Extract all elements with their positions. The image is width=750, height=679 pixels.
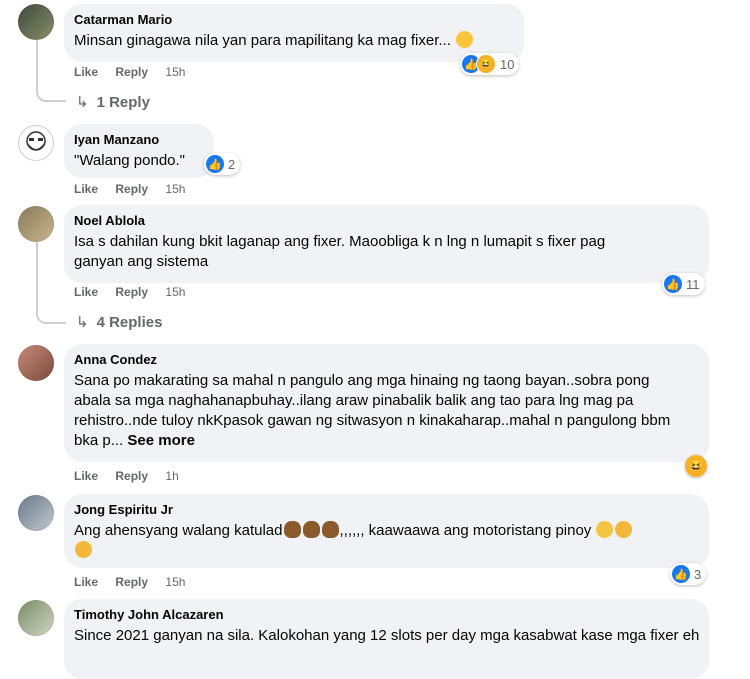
reaction-count: 2 [228, 156, 236, 172]
comment-actions: Like Reply 15h [74, 182, 199, 196]
like-button[interactable]: Like [74, 182, 98, 196]
thread-line [36, 242, 38, 312]
comment-author[interactable]: Jong Espiritu Jr [74, 502, 697, 518]
comment-bubble: Catarman Mario Minsan ginagawa nila yan … [64, 4, 524, 62]
avatar[interactable] [18, 495, 54, 531]
comment-text: Isa s dahilan kung bkit laganap ang fixe… [74, 233, 606, 270]
comment-text: Since 2021 ganyan na sila. Kalokohan yan… [74, 627, 700, 644]
reaction-summary[interactable]: 👍 2 [204, 153, 241, 175]
like-button[interactable]: Like [74, 575, 98, 589]
comment-author[interactable]: Iyan Manzano [74, 132, 202, 148]
comment-text: Ang ahensyang walang katulad,,,,,, kaawa… [74, 521, 697, 561]
view-replies-link[interactable]: ↳ 4 Replies [76, 313, 162, 331]
comment-author[interactable]: Noel Ablola [74, 213, 697, 229]
crying-emoji-icon [75, 541, 92, 558]
comment-bubble: Iyan Manzano "Walang pondo." [64, 124, 214, 178]
reaction-summary[interactable]: 👍 3 [670, 563, 707, 585]
avatar[interactable] [18, 4, 54, 40]
comment-text: "Walang pondo." [74, 152, 185, 169]
haha-reaction-icon: 😆 [476, 54, 496, 74]
bearded-face-icon [26, 131, 46, 151]
comment-actions: Like Reply 15h [74, 575, 199, 589]
avatar[interactable] [18, 600, 54, 636]
avatar[interactable] [18, 206, 54, 242]
comment-bubble: Anna Condez Sana po makarating sa mahal … [64, 344, 709, 462]
thread-connector [36, 310, 66, 324]
comment-timestamp[interactable]: 15h [165, 182, 185, 196]
avatar[interactable] [18, 125, 54, 161]
like-button[interactable]: Like [74, 285, 98, 299]
poop-emoji-icon [321, 521, 339, 538]
comment-text: Minsan ginagawa nila yan para mapilitang… [74, 31, 512, 51]
view-replies-link[interactable]: ↳ 1 Reply [76, 93, 150, 111]
poop-emoji-icon [283, 521, 301, 538]
reaction-count: 3 [694, 566, 702, 582]
comment-actions: Like Reply 15h [74, 285, 199, 299]
reply-button[interactable]: Reply [115, 65, 148, 79]
haha-reaction-icon[interactable]: 😆 [685, 455, 707, 477]
reply-button[interactable]: Reply [115, 469, 148, 483]
reaction-count: 11 [686, 276, 700, 292]
comment-bubble: Noel Ablola Isa s dahilan kung bkit laga… [64, 205, 709, 283]
comment-author[interactable]: Catarman Mario [74, 12, 512, 28]
see-more-link[interactable]: See more [127, 432, 195, 449]
reply-button[interactable]: Reply [115, 285, 148, 299]
comment-actions: Like Reply 1h [74, 469, 193, 483]
crying-emoji-icon [615, 521, 633, 538]
comment-author[interactable]: Timothy John Alcazaren [74, 607, 697, 623]
like-reaction-icon: 👍 [672, 565, 690, 583]
comment-timestamp[interactable]: 15h [165, 575, 185, 589]
reply-button[interactable]: Reply [115, 575, 148, 589]
poop-emoji-icon [302, 521, 320, 538]
like-button[interactable]: Like [74, 65, 98, 79]
comment-author[interactable]: Anna Condez [74, 352, 697, 368]
reaction-count: 10 [500, 56, 515, 72]
like-button[interactable]: Like [74, 469, 98, 483]
grinning-emoji-icon [456, 31, 474, 48]
avatar[interactable] [18, 345, 54, 381]
reply-arrow-icon: ↳ [76, 314, 89, 331]
like-reaction-icon: 👍 [206, 155, 224, 173]
comment-actions: Like Reply 15h [74, 65, 199, 79]
comment-bubble: Timothy John Alcazaren Since 2021 ganyan… [64, 599, 709, 679]
comment-bubble: Jong Espiritu Jr Ang ahensyang walang ka… [64, 494, 709, 568]
reply-arrow-icon: ↳ [76, 94, 89, 111]
comment-timestamp[interactable]: 15h [165, 285, 185, 299]
reaction-summary[interactable]: 👍 11 [662, 273, 705, 295]
sad-emoji-icon [596, 521, 614, 538]
like-reaction-icon: 👍 [664, 275, 682, 293]
reaction-summary[interactable]: 👍 😆 10 [460, 53, 520, 75]
thread-connector [36, 88, 66, 102]
comment-text: Sana po makarating sa mahal n pangulo an… [74, 372, 671, 449]
comment-timestamp[interactable]: 1h [165, 469, 178, 483]
thread-line [36, 40, 38, 90]
comment-timestamp[interactable]: 15h [165, 65, 185, 79]
reply-button[interactable]: Reply [115, 182, 148, 196]
